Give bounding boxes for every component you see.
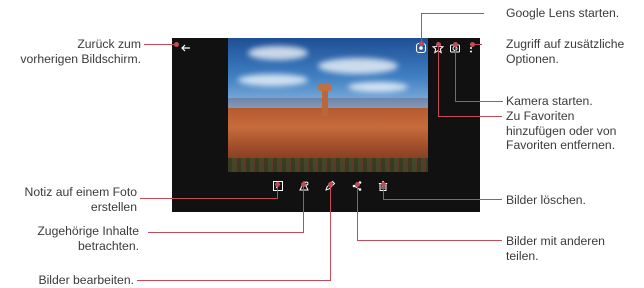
callout-line-fav-h [438,116,502,117]
callout-line-share [357,184,358,241]
callout-back: Zurück zum vorherigen Bildschirm. [20,37,141,66]
callout-line-camera [455,44,456,101]
callout-note: Notiz auf einem Foto erstellen [24,185,137,214]
callout-camera: Kamera starten. [506,94,593,108]
callout-line-related-v [303,184,304,233]
callout-dot-share [355,182,360,187]
callout-line-lens [421,13,422,43]
callout-dot-back [174,42,179,47]
callout-delete: Bilder löschen. [506,193,586,207]
callout-more-options: Zugriff auf zusätzliche Optionen. [506,37,625,66]
callout-related: Zugehörige Inhalte betrachten. [37,224,139,253]
photo-view[interactable] [228,38,428,172]
callout-line-delete-h [383,199,502,200]
callout-line-related [148,232,304,233]
callout-line-camera-h [455,101,503,102]
callout-edit: Bilder bearbeiten. [38,273,134,287]
callout-dot-lens [419,41,424,46]
callout-dot-fav [436,42,441,47]
callout-line-share-h [357,240,502,241]
top-toolbar [172,38,480,56]
gallery-screen [172,38,480,212]
callout-line-note [140,198,277,199]
back-arrow-icon[interactable] [180,42,192,54]
callout-dot-delete [381,182,386,187]
callout-line-fav [438,44,439,116]
callout-line-lens-h [421,13,484,14]
callout-favorites: Zu Favoriten hinzufügen oder von Favoriten… [506,109,617,152]
callout-dot-camera [453,42,458,47]
callout-dot-note [275,182,280,187]
bottom-toolbar [172,176,480,200]
callout-dot-edit [328,182,333,187]
callout-line-edit [137,280,330,281]
callout-line-edit-v [330,184,331,281]
callout-dot-more [470,42,475,47]
callout-share: Bilder mit anderen teilen. [506,234,605,263]
callout-google-lens: Google Lens starten. [506,6,620,20]
callout-line-back [144,44,176,45]
callout-dot-related [301,182,306,187]
